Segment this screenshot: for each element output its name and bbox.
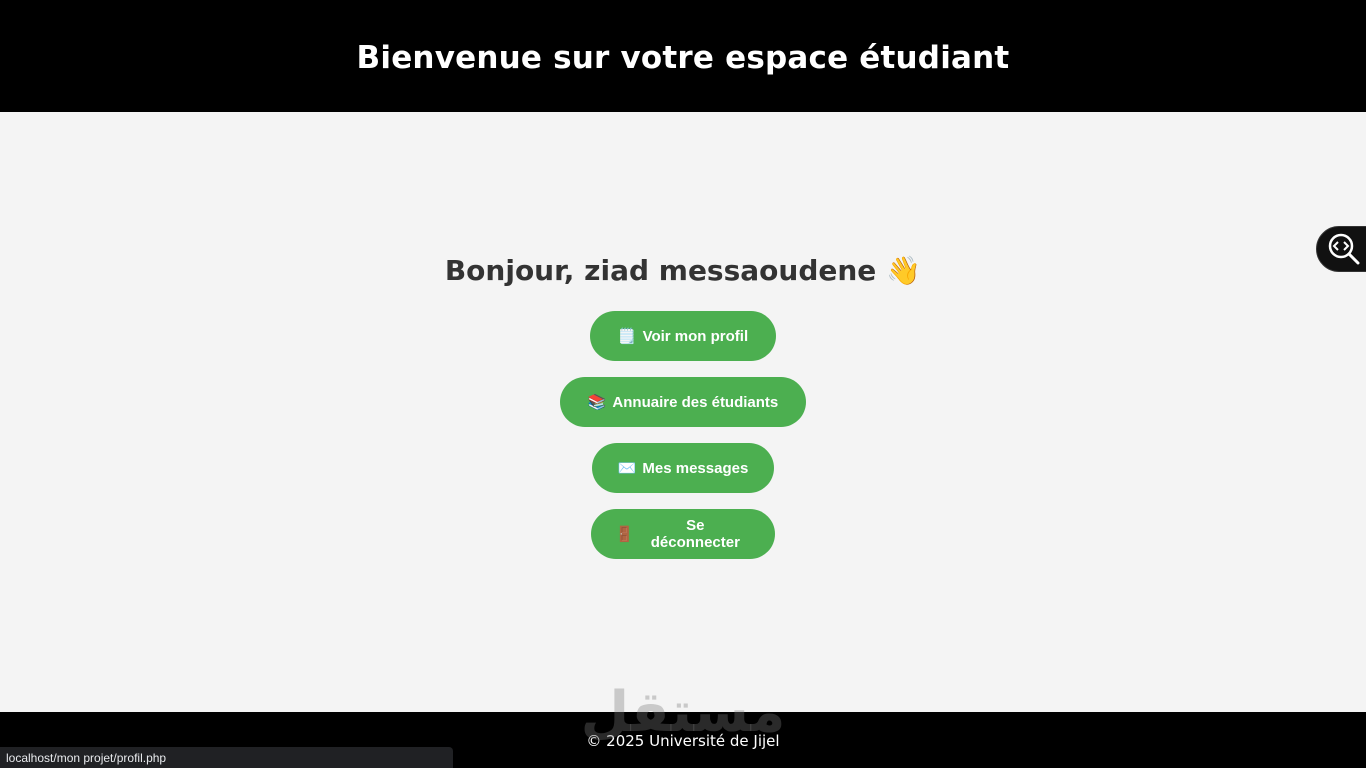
code-search-tool[interactable]	[1316, 226, 1366, 272]
envelope-icon: ✉️	[617, 460, 637, 477]
student-directory-button[interactable]: 📚 Annuaire des étudiants	[560, 377, 806, 427]
page-title: Bienvenue sur votre espace étudiant	[356, 40, 1010, 76]
action-buttons: 🗒️ Voir mon profil 📚 Annuaire des étudia…	[560, 311, 806, 559]
greeting-heading: Bonjour, ziad messaoudene 👋	[445, 254, 921, 287]
door-icon: 🚪	[615, 526, 634, 543]
view-profile-button[interactable]: 🗒️ Voir mon profil	[590, 311, 776, 361]
my-messages-label: Mes messages	[642, 459, 749, 477]
waving-hand-icon: 👋	[886, 254, 922, 287]
code-search-icon	[1328, 233, 1360, 265]
books-icon: 📚	[587, 394, 607, 411]
view-profile-label: Voir mon profil	[642, 327, 749, 345]
page-header: Bienvenue sur votre espace étudiant	[0, 0, 1366, 112]
scroll-icon: 🗒️	[617, 328, 637, 345]
status-url: localhost/mon projet/profil.php	[6, 750, 167, 765]
main-content: Bonjour, ziad messaoudene 👋 🗒️ Voir mon …	[0, 112, 1366, 712]
my-messages-button[interactable]: ✉️ Mes messages	[592, 443, 774, 493]
logout-label: Se déconnecter	[650, 517, 740, 551]
logout-button[interactable]: 🚪 Se déconnecter	[591, 509, 775, 559]
greeting-text: Bonjour, ziad messaoudene	[444, 254, 877, 287]
student-directory-label: Annuaire des étudiants	[612, 393, 779, 411]
browser-status-bar: localhost/mon projet/profil.php	[0, 747, 453, 768]
footer-copyright: © 2025 Université de Jijel	[586, 732, 780, 750]
